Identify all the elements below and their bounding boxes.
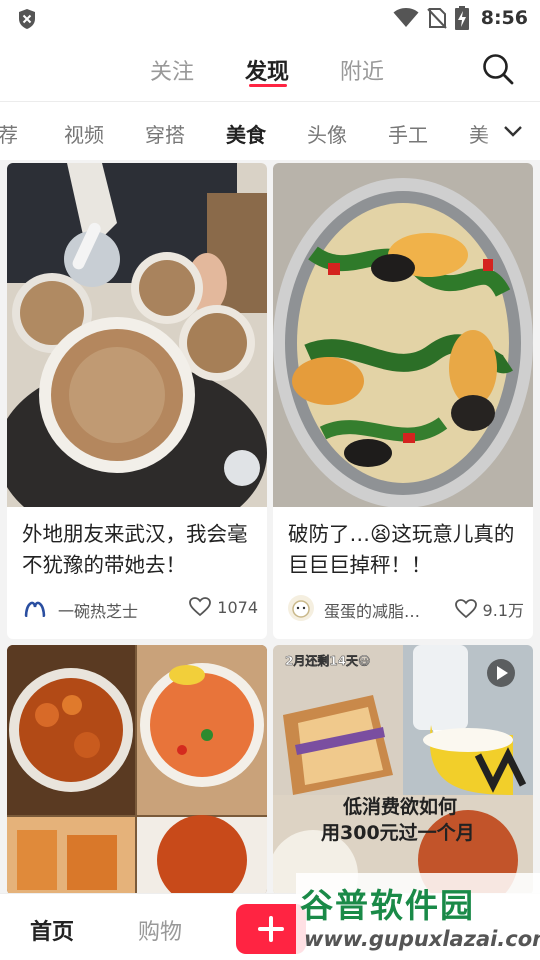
card-title[interactable]: 外地朋友来武汉，我会毫不犹豫的带她去！	[22, 519, 260, 581]
category-video[interactable]: 视频	[64, 119, 104, 148]
like-count: 9.1万	[482, 601, 524, 620]
heart-icon	[189, 597, 212, 617]
heart-icon	[454, 599, 477, 619]
nav-shopping[interactable]: 购物	[138, 914, 182, 946]
status-bar: 8:56	[0, 0, 540, 36]
tab-follow[interactable]: 关注	[150, 54, 194, 86]
category-avatar[interactable]: 头像	[307, 119, 347, 148]
feed-card[interactable]	[7, 645, 267, 895]
like-button[interactable]: 9.1万	[454, 597, 524, 621]
category-recommend[interactable]: 荐	[0, 119, 18, 148]
watermark: 谷普软件园 www.gupuxlazai.com	[296, 873, 540, 960]
watermark-logo: 谷普软件园	[300, 886, 475, 925]
like-count: 1074	[217, 597, 258, 617]
feed-card[interactable]: 破防了…😫这玩意儿真的巨巨巨掉秤！！ 蛋蛋的减脂… 9.1万	[273, 163, 533, 639]
card-image-spinach-noodle-salad[interactable]	[273, 163, 533, 507]
top-nav: 关注 发现 附近	[0, 36, 540, 102]
card-title[interactable]: 破防了…😫这玩意儿真的巨巨巨掉秤！！	[288, 519, 526, 581]
tab-discover[interactable]: 发现	[245, 54, 289, 86]
author-name[interactable]: 一碗热芝士	[58, 598, 138, 622]
category-outfit[interactable]: 穿搭	[145, 119, 185, 148]
image-caption-line2: 用300元过一个月	[321, 822, 475, 844]
no-sim-icon	[427, 8, 447, 29]
category-food[interactable]: 美食	[226, 119, 266, 148]
search-icon[interactable]	[481, 52, 515, 86]
tab-nearby[interactable]: 附近	[340, 54, 384, 86]
wifi-icon	[393, 8, 419, 27]
card-image-hot-dry-noodle-soup[interactable]	[7, 163, 267, 507]
status-time: 8:56	[480, 7, 528, 29]
image-caption-top: 2月还剩14天😃	[285, 653, 371, 668]
author-name[interactable]: 蛋蛋的减脂…	[324, 598, 420, 622]
category-handcraft[interactable]: 手工	[388, 119, 428, 148]
image-caption-line1: 低消费欲如何	[342, 795, 457, 818]
battery-charging-icon	[454, 6, 469, 30]
feed-card[interactable]: 外地朋友来武汉，我会毫不犹豫的带她去！ 一碗热芝士 1074	[7, 163, 267, 639]
card-image-budget-meals[interactable]: 2月还剩14天😃 低消费欲如何 用300元过一个月	[273, 645, 533, 895]
shield-icon	[19, 9, 35, 29]
card-meta: 蛋蛋的减脂… 9.1万	[288, 595, 526, 623]
feed-card[interactable]: 2月还剩14天😃 低消费欲如何 用300元过一个月	[273, 645, 533, 895]
like-button[interactable]: 1074	[189, 597, 258, 617]
nav-home[interactable]: 首页	[30, 914, 74, 946]
chevron-down-icon[interactable]	[502, 120, 524, 142]
category-bar: 荐 视频 穿搭 美食 头像 手工 美	[0, 102, 540, 160]
author-avatar[interactable]	[288, 595, 314, 621]
card-image-food-collage[interactable]	[7, 645, 267, 895]
author-avatar[interactable]	[22, 595, 48, 621]
watermark-url: www.gupuxlazai.com	[304, 927, 540, 951]
active-tab-indicator	[249, 84, 287, 87]
card-meta: 一碗热芝士 1074	[22, 595, 260, 623]
